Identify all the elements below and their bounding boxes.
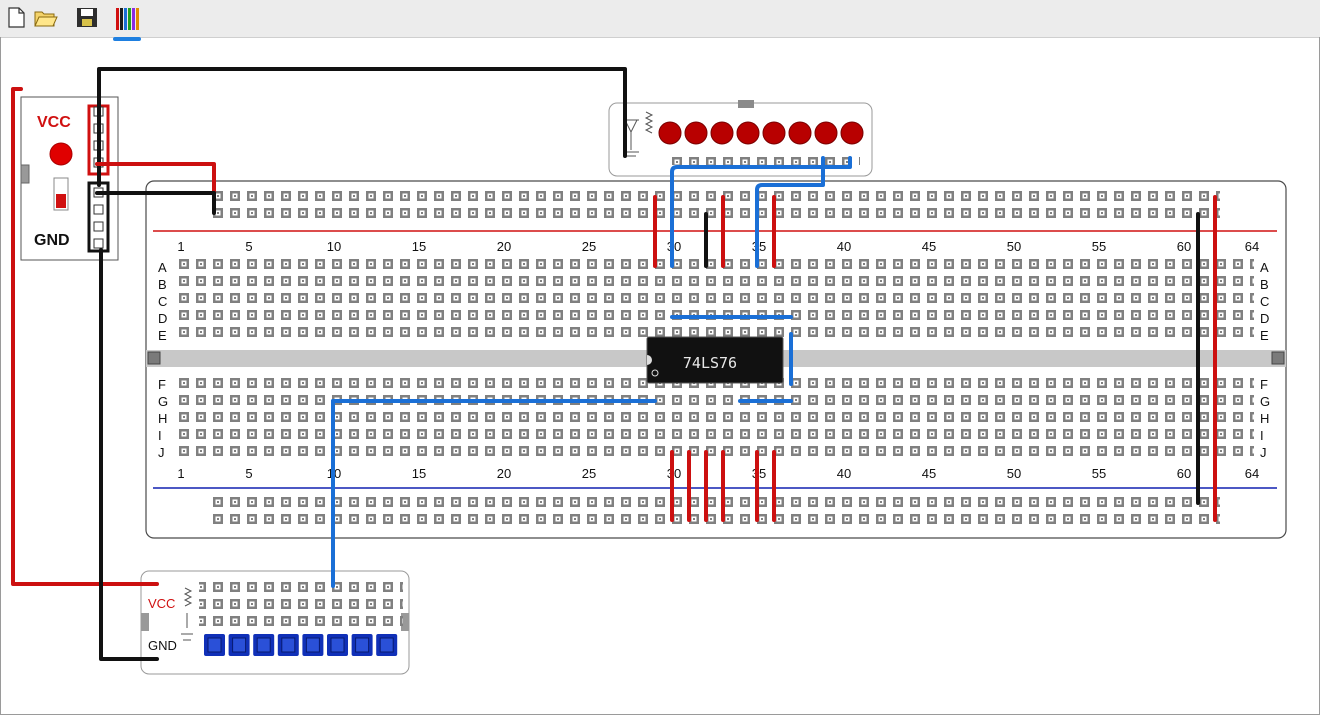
column-number: 5 <box>245 466 252 481</box>
column-number: 60 <box>1177 239 1191 254</box>
column-number: 64 <box>1245 466 1259 481</box>
row-label-right: C <box>1260 294 1269 309</box>
circuit-board: A AB BC CD DE EF FG GH HI IJ J 1155101015152020252… <box>11 67 1287 675</box>
row-label-left: F <box>158 377 166 392</box>
column-number: 50 <box>1007 466 1021 481</box>
floppy-disk-icon <box>77 8 97 27</box>
column-number: 20 <box>497 466 511 481</box>
led-light <box>762 121 786 145</box>
chip-label: 74LS76 <box>683 354 737 372</box>
row-label-left: B <box>158 277 167 292</box>
row-label-right: H <box>1260 411 1269 426</box>
led-light <box>840 121 864 145</box>
power-supply-module[interactable]: VCC GND <box>20 96 119 261</box>
save-file-button[interactable] <box>74 4 100 30</box>
power-supply-connector <box>20 164 30 184</box>
board-left-connector <box>147 351 161 365</box>
switch-module[interactable]: VCC GND <box>140 570 410 675</box>
top-power-rails[interactable] <box>209 191 1220 225</box>
wire-color-button[interactable] <box>113 4 141 41</box>
led-light <box>736 121 760 145</box>
dip-switch-knob <box>305 637 320 653</box>
column-number: 10 <box>327 239 341 254</box>
row-label-left: A <box>158 260 167 275</box>
dip-switch-knob <box>207 637 222 653</box>
led-light <box>814 121 838 145</box>
dip-switch-knob <box>379 637 394 653</box>
power-toggle-switch[interactable] <box>53 177 69 211</box>
open-folder-icon <box>34 11 58 27</box>
row-label-right: B <box>1260 277 1269 292</box>
vcc-label: VCC <box>37 114 71 131</box>
row-label-left: G <box>158 394 168 409</box>
column-number: 25 <box>582 239 596 254</box>
header-pin-hole <box>93 238 104 249</box>
dip-switch-knob <box>355 637 370 653</box>
row-label-left: J <box>158 445 165 460</box>
board-right-connector <box>1271 351 1285 365</box>
led-light <box>788 121 812 145</box>
switch-pin-holes[interactable] <box>199 577 403 627</box>
row-label-left: H <box>158 411 167 426</box>
bottom-terminal-strips[interactable] <box>175 376 1254 461</box>
open-file-button[interactable] <box>32 4 58 30</box>
top-terminal-strips[interactable] <box>175 259 1254 344</box>
column-number: 20 <box>497 239 511 254</box>
led-input-pins[interactable] <box>665 153 860 165</box>
header-pin-hole <box>93 204 104 215</box>
new-document-icon <box>8 7 25 28</box>
led-light <box>684 121 708 145</box>
dip-switch-knob <box>281 637 296 653</box>
row-label-right: D <box>1260 311 1269 326</box>
row-label-right: J <box>1260 445 1267 460</box>
column-number: 45 <box>922 466 936 481</box>
row-label-left: D <box>158 311 167 326</box>
column-number: 45 <box>922 239 936 254</box>
led-light <box>658 121 682 145</box>
row-label-right: A <box>1260 260 1269 275</box>
column-number: 1 <box>177 239 184 254</box>
toolbar <box>0 0 1320 41</box>
column-number: 5 <box>245 239 252 254</box>
circuit-canvas[interactable]: AABBCCDDEEFFGGHHIIJJ 1 1 5 5 10 10 15 15 20 20 25 2… <box>0 37 1320 715</box>
switch-module-left-connector <box>141 613 149 631</box>
bottom-power-rails[interactable] <box>209 495 1220 529</box>
row-label-left: C <box>158 294 167 309</box>
column-number: 40 <box>837 239 851 254</box>
led-module[interactable] <box>608 100 873 177</box>
column-number: 55 <box>1092 239 1106 254</box>
power-indicator-led <box>49 142 73 166</box>
column-number: 15 <box>412 466 426 481</box>
column-number: 25 <box>582 466 596 481</box>
switch-vcc-label: VCC <box>148 596 175 611</box>
column-number: 55 <box>1092 466 1106 481</box>
dip-switch-knob <box>330 637 345 653</box>
column-number: 40 <box>837 466 851 481</box>
dip-switch-knob <box>256 637 271 653</box>
led-module-connector <box>738 100 754 108</box>
row-label-right: G <box>1260 394 1270 409</box>
column-number: 60 <box>1177 466 1191 481</box>
switch-gnd-label: GND <box>148 638 177 653</box>
column-number: 50 <box>1007 239 1021 254</box>
row-label-right: F <box>1260 377 1268 392</box>
row-label-right: E <box>1260 328 1269 343</box>
column-number: 64 <box>1245 239 1259 254</box>
column-number: 1 <box>177 466 184 481</box>
gnd-label: GND <box>34 232 70 249</box>
dip-switch-knob <box>232 637 247 653</box>
row-label-right: I <box>1260 428 1264 443</box>
column-number: 15 <box>412 239 426 254</box>
new-file-button[interactable] <box>4 4 30 30</box>
header-pin-hole <box>93 221 104 232</box>
chip-74ls76[interactable]: 74LS76 <box>646 336 784 384</box>
led-light <box>710 121 734 145</box>
row-label-left: I <box>158 428 162 443</box>
wire-gnd-to-led-module[interactable] <box>97 67 627 187</box>
row-label-left: E <box>158 328 167 343</box>
